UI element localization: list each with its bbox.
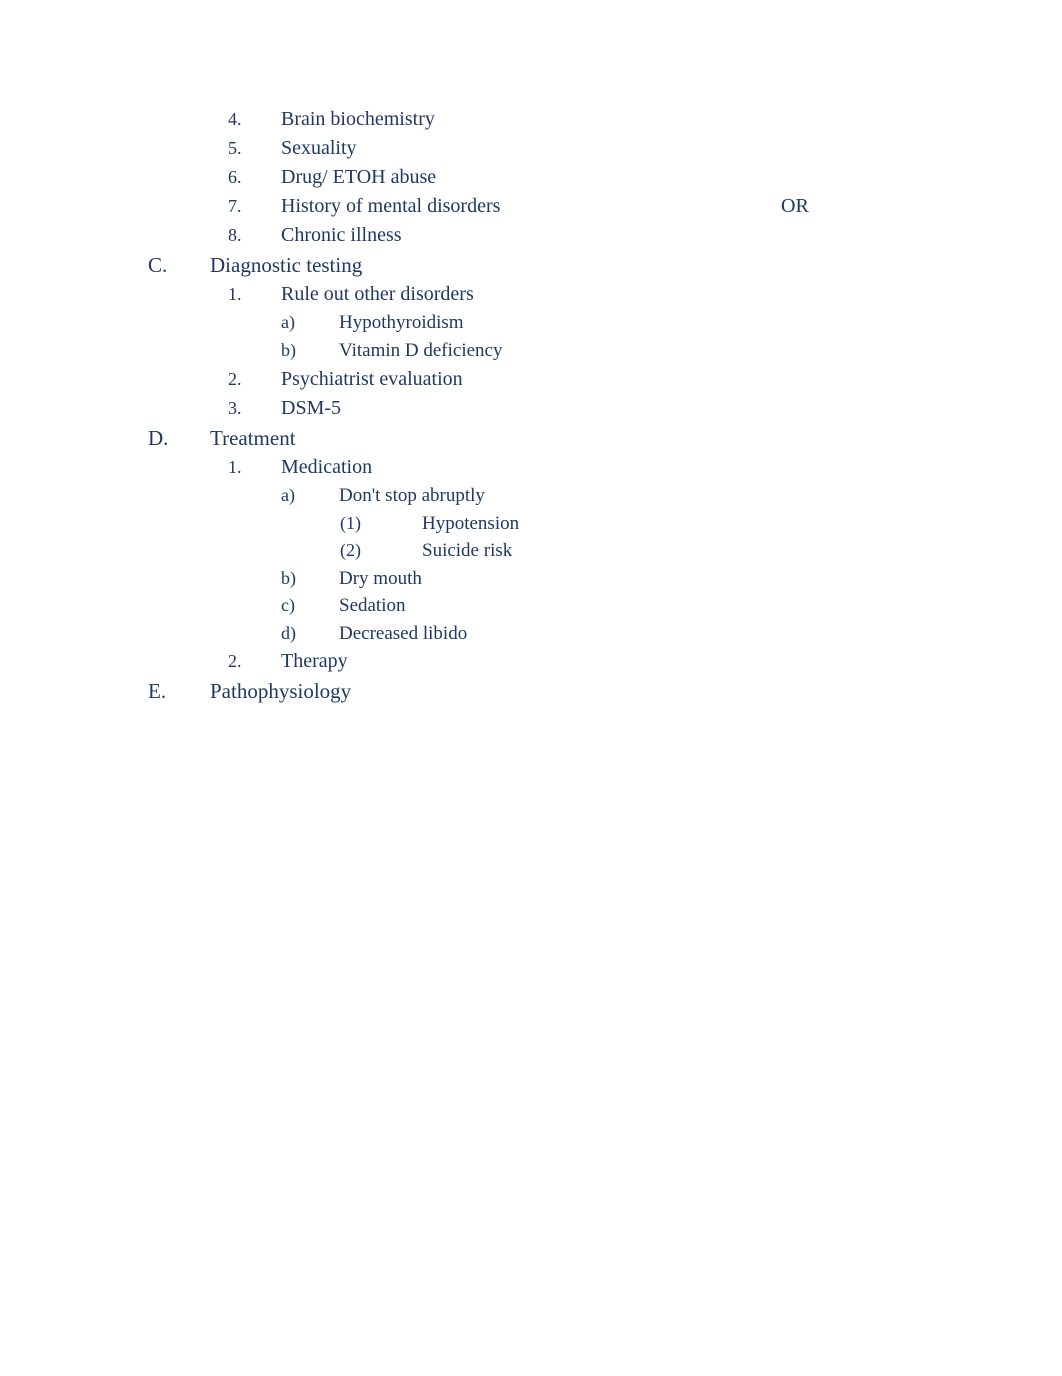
list-marker: (1): [340, 510, 422, 536]
list-item: 2. Psychiatrist evaluation: [228, 365, 1062, 394]
list-text: Sedation: [339, 592, 406, 620]
list-text: Chronic illness: [281, 221, 402, 250]
list-marker: c): [281, 592, 339, 618]
list-marker: 1.: [228, 454, 281, 480]
list-marker: 5.: [228, 135, 281, 161]
list-marker: 1.: [228, 281, 281, 307]
list-marker: a): [281, 482, 339, 508]
section-marker: C.: [148, 250, 210, 280]
list-text: Therapy: [281, 647, 348, 676]
list-marker: d): [281, 620, 339, 646]
list-text: Vitamin D deficiency: [339, 337, 502, 365]
list-item: 5. Sexuality: [228, 134, 1062, 163]
list-text: Drug/ ETOH abuse: [281, 163, 436, 192]
list-text: Don't stop abruptly: [339, 482, 485, 510]
side-annotation: OR: [781, 192, 809, 221]
list-text: DSM-5: [281, 394, 341, 423]
outline-document: 4. Brain biochemistry 5. Sexuality 6. Dr…: [148, 105, 1062, 707]
list-marker: 2.: [228, 648, 281, 674]
section-title: Treatment: [210, 423, 296, 453]
section-title: Diagnostic testing: [210, 250, 362, 280]
list-item: c) Sedation: [281, 592, 1062, 620]
list-text: Hypothyroidism: [339, 309, 464, 337]
list-item: b) Vitamin D deficiency: [281, 337, 1062, 365]
section-title: Pathophysiology: [210, 676, 351, 706]
list-item: (2) Suicide risk: [340, 537, 1062, 565]
list-item: 3. DSM-5: [228, 394, 1062, 423]
section-c-heading: C. Diagnostic testing: [148, 250, 1062, 280]
list-item: a) Hypothyroidism: [281, 309, 1062, 337]
list-marker: 4.: [228, 106, 281, 132]
list-text: Decreased libido: [339, 620, 467, 648]
list-item: 8. Chronic illness: [228, 221, 1062, 250]
list-marker: b): [281, 337, 339, 363]
list-marker: 3.: [228, 395, 281, 421]
list-marker: 6.: [228, 164, 281, 190]
list-marker: b): [281, 565, 339, 591]
list-item: 1. Rule out other disorders: [228, 280, 1062, 309]
list-text: Sexuality: [281, 134, 357, 163]
list-marker: a): [281, 309, 339, 335]
list-marker: 8.: [228, 222, 281, 248]
list-text: Hypotension: [422, 510, 519, 538]
list-text: Suicide risk: [422, 537, 512, 565]
section-d-heading: D. Treatment: [148, 423, 1062, 453]
list-text: Dry mouth: [339, 565, 422, 593]
list-item: b) Dry mouth: [281, 565, 1062, 593]
section-marker: E.: [148, 676, 210, 706]
list-item: 7. History of mental disorders OR: [228, 192, 1062, 221]
list-text: Brain biochemistry: [281, 105, 435, 134]
list-item: 4. Brain biochemistry: [228, 105, 1062, 134]
list-text: History of mental disorders: [281, 192, 500, 221]
list-marker: 2.: [228, 366, 281, 392]
list-marker: (2): [340, 537, 422, 563]
list-item: 2. Therapy: [228, 647, 1062, 676]
list-item: 6. Drug/ ETOH abuse: [228, 163, 1062, 192]
list-marker: 7.: [228, 193, 281, 219]
list-text: Rule out other disorders: [281, 280, 474, 309]
list-item: d) Decreased libido: [281, 620, 1062, 648]
section-e-heading: E. Pathophysiology: [148, 676, 1062, 706]
list-item: a) Don't stop abruptly: [281, 482, 1062, 510]
list-item: 1. Medication: [228, 453, 1062, 482]
list-item: (1) Hypotension: [340, 510, 1062, 538]
list-text: Medication: [281, 453, 372, 482]
section-marker: D.: [148, 423, 210, 453]
list-text: Psychiatrist evaluation: [281, 365, 463, 394]
